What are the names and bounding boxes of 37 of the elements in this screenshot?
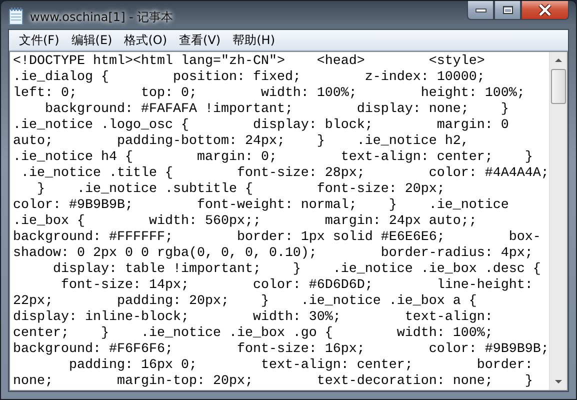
- minimize-button[interactable]: [467, 1, 494, 20]
- notepad-icon: [8, 7, 24, 25]
- text-line: .ie_dialog { position: fixed; z-index: 10000;: [13, 70, 486, 86]
- text-line: center; } .ie_notice .ie_box .go { width: 100%;: [13, 326, 494, 342]
- text-line: auto; padding-bottom: 24px; } .ie_notice h2,: [13, 134, 470, 150]
- scrollbar-thumb[interactable]: [551, 69, 566, 104]
- menu-item[interactable]: 帮助(H): [228, 30, 279, 50]
- text-line: <!DOCTYPE html><html lang="zh-CN"> <head> <style>: [13, 54, 486, 70]
- text-line: padding: 16px 0; text-align: center; border:: [68, 358, 534, 374]
- text-line: .ie_box { width: 560px;; margin: 24px auto;;: [13, 214, 478, 230]
- menu-item[interactable]: 编辑(E): [67, 30, 116, 50]
- text-line: display: table !important; } .ie_notice .ie_box .desc {: [52, 262, 542, 278]
- close-button[interactable]: [521, 1, 569, 20]
- minimize-icon: [474, 7, 486, 13]
- menu-item[interactable]: 格式(O): [120, 30, 172, 50]
- maximize-button[interactable]: [494, 1, 521, 20]
- text-line: left: 0; top: 0; width: 100%; height: 100%;: [13, 86, 526, 102]
- text-line: 22px; padding: 20px; } .ie_notice .ie_box a {: [13, 294, 478, 310]
- text-line: background: #F6F6F6; font-size: 16px; color: #9B9B9B;: [13, 342, 549, 358]
- menu-item[interactable]: 文件(F): [15, 30, 64, 50]
- text-line: none; margin-top: 20px; text-decoration: none; }: [13, 374, 534, 390]
- text-line: .ie_notice .title { font-size: 28px; color: #4A4A4A;: [20, 166, 549, 182]
- text-line: background: #FAFAFA !important; display: none; }: [44, 102, 510, 118]
- text-line: background: #FFFFFF; border: 1px solid #E6E6E6; box-: [13, 230, 542, 246]
- text-line: font-size: 14px; color: #6D6D6D; line-height:: [60, 278, 534, 294]
- close-icon: [538, 4, 552, 16]
- text-line: } .ie_notice .subtitle { font-size: 20px;: [36, 182, 446, 198]
- text-line: shadow: 0 2px 0 0 rgba(0, 0, 0, 0.10); border-radius: 4px;: [13, 246, 534, 262]
- window-title: www.oschina[1] - 记事本: [30, 9, 174, 26]
- maximize-icon: [502, 5, 514, 15]
- text-area[interactable]: [9, 51, 568, 391]
- text-line: color: #9B9B9B; font-weight: normal; } .ie_notice: [13, 198, 510, 214]
- vertical-scrollbar[interactable]: [549, 52, 567, 390]
- text-line: .ie_notice .logo_osc { display: block; margin: 0: [13, 118, 510, 134]
- menu-item[interactable]: 查看(V): [175, 30, 225, 50]
- text-line: display: inline-block; width: 30%; text-align:: [13, 310, 494, 326]
- text-line: .ie_notice h4 { margin: 0; text-align: center; }: [13, 150, 534, 166]
